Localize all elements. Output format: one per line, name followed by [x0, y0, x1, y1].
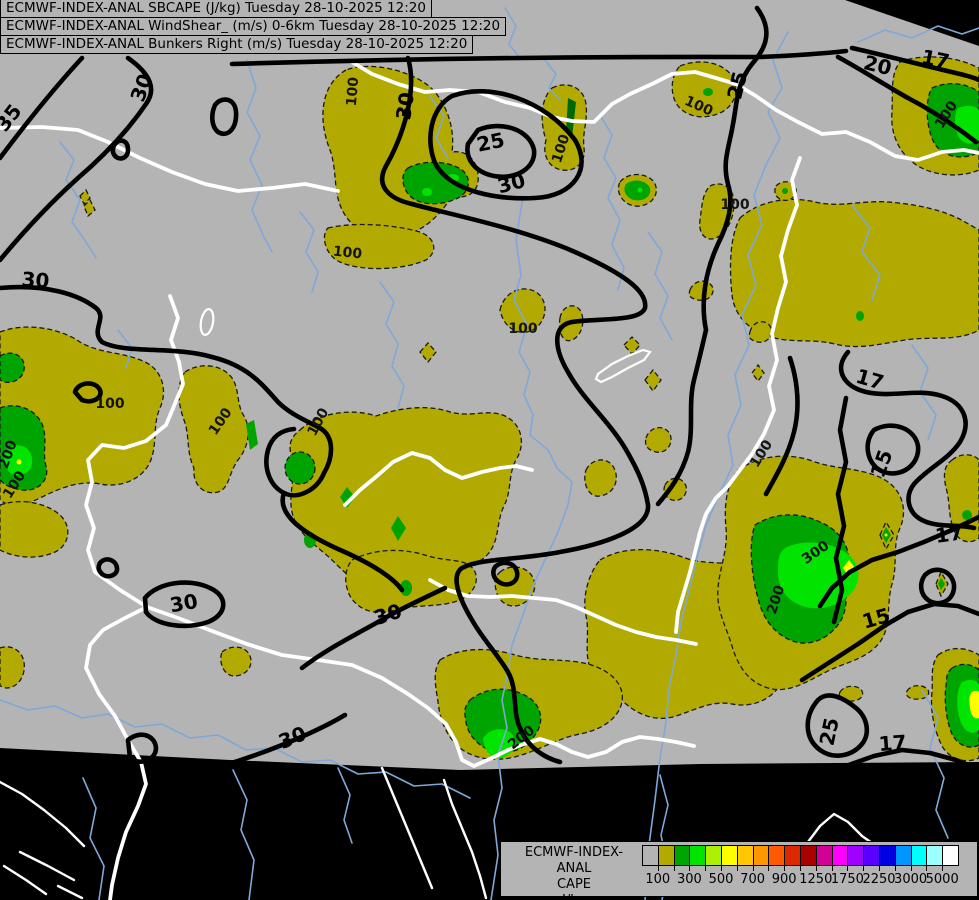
legend-swatch-10: [799, 845, 817, 866]
border-shape: [2, 864, 48, 896]
cape-fill-shape: [962, 510, 972, 520]
cape-fill-shape: [284, 451, 316, 485]
cape-fill-shape: [220, 646, 252, 677]
legend-swatch-8: [768, 845, 786, 866]
legend-tick: [879, 866, 880, 871]
legend-tick: [752, 866, 754, 871]
weather-map: 3530303025302520 171715171525 1730 3030 100…: [0, 0, 979, 900]
legend-swatch-16: [894, 845, 912, 866]
cape-fill-shape: [782, 188, 788, 194]
cape-fill-shape: [584, 459, 617, 497]
legend-swatch-19: [942, 845, 959, 866]
legend-swatch-12: [831, 845, 849, 866]
legend-tick: [784, 866, 786, 871]
border-shape: [0, 780, 86, 848]
legend-colorbar: [642, 845, 959, 866]
legend-tick: [831, 866, 833, 871]
cape-fill-shape: [637, 187, 643, 193]
shear-label-30: 30: [21, 267, 50, 293]
border-shape: [56, 884, 84, 900]
border-shape: [18, 850, 76, 882]
river-shape: [82, 777, 105, 900]
legend-swatch-17: [910, 845, 928, 866]
legend-tick: [815, 866, 817, 871]
legend-swatch-6: [736, 845, 754, 866]
legend-swatch-1: [657, 845, 675, 866]
header-line-bunkers: ECMWF-INDEX-ANAL Bunkers Right (m/s) Tue…: [0, 35, 474, 54]
legend-tick-label: 5000: [925, 872, 959, 887]
border-shape: [442, 778, 488, 900]
legend-title-line3: J/kg: [509, 893, 639, 900]
legend-tick: [847, 866, 849, 871]
legend-swatch-18: [926, 845, 944, 866]
cape-fill-shape: [856, 311, 864, 321]
cape-fill-shape: [422, 188, 432, 196]
legend-tick: [910, 866, 912, 871]
header-line-sbcape: ECMWF-INDEX-ANAL SBCAPE (J/kg) Tuesday 2…: [0, 0, 432, 18]
cape-fill-shape: [884, 533, 888, 537]
legend-tick: [926, 866, 928, 871]
cape-label-100: 100: [95, 396, 124, 412]
legend-swatch-7: [752, 845, 770, 866]
cape-label-100: 100: [720, 197, 749, 213]
shear-label-17: 17: [878, 730, 907, 756]
cape-fill-shape: [16, 459, 22, 465]
legend-tick: [705, 866, 707, 871]
legend-swatch-11: [815, 845, 833, 866]
legend-swatch-5: [720, 845, 738, 866]
legend-tick: [800, 866, 801, 871]
legend-swatch-9: [784, 845, 801, 866]
legend-swatch-3: [689, 845, 707, 866]
legend-tick: [863, 866, 865, 871]
border-shape: [806, 812, 874, 845]
river-shape: [337, 767, 353, 844]
cape-fill-shape: [703, 88, 713, 96]
legend-tick: [657, 866, 659, 871]
shear-label-30: 30: [168, 589, 200, 617]
legend: ECMWF-INDEX-ANAL CAPE J/kg 1003005007009…: [500, 841, 978, 900]
legend-swatch-4: [705, 845, 722, 866]
legend-tick: [894, 866, 896, 871]
legend-title: ECMWF-INDEX-ANAL CAPE J/kg: [509, 845, 639, 900]
legend-title-line2: CAPE: [556, 877, 592, 892]
legend-swatch-15: [878, 845, 896, 866]
legend-swatch-14: [863, 845, 880, 866]
legend-tick: [736, 866, 738, 871]
shear-label-30: 30: [391, 91, 419, 122]
cape-label-100: 100: [344, 76, 363, 107]
header: ECMWF-INDEX-ANAL SBCAPE (J/kg) Tuesday 2…: [0, 0, 507, 54]
shear-label-17: 17: [934, 520, 965, 548]
legend-swatch-13: [847, 845, 865, 866]
legend-tick: [721, 866, 722, 871]
legend-tick: [689, 866, 691, 871]
legend-swatch-2: [673, 845, 691, 866]
river-shape: [232, 769, 255, 900]
legend-tick: [673, 866, 675, 871]
legend-tick: [942, 866, 944, 871]
legend-title-line1: ECMWF-INDEX-ANAL: [524, 845, 624, 876]
cape-label-100: 100: [332, 244, 363, 263]
cape-label-100: 100: [508, 321, 537, 337]
weather-map-app: 35 30 30 30 25 30 25 20 17 17 15 17 15 25 17 30 30 30 100…: [0, 0, 979, 900]
header-line-windshear: ECMWF-INDEX-ANAL WindShear_ (m/s) 0-6km …: [0, 17, 507, 36]
legend-swatch-0: [642, 845, 659, 866]
legend-tick: [768, 866, 770, 871]
